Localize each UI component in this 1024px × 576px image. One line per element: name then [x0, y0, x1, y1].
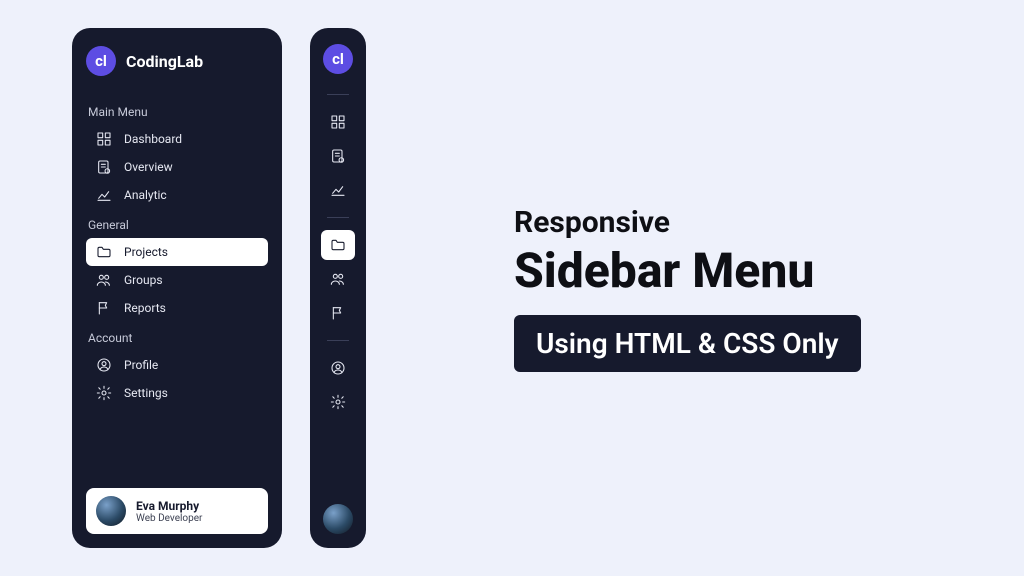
brand-name: CodingLab: [126, 52, 203, 71]
user-name: Eva Murphy: [136, 499, 202, 513]
sidebar-item-reports[interactable]: Reports: [86, 294, 268, 322]
sidebar-item-groups[interactable]: Groups: [86, 266, 268, 294]
sidebar-item-label: Analytic: [124, 189, 167, 201]
sidebar-item-settings[interactable]: Settings: [86, 379, 268, 407]
avatar[interactable]: [323, 504, 353, 534]
collapsed-item-settings[interactable]: [321, 387, 355, 417]
sidebar-item-dashboard[interactable]: Dashboard: [86, 125, 268, 153]
collapsed-item-projects[interactable]: [321, 230, 355, 260]
collapsed-item-overview[interactable]: [321, 141, 355, 171]
headline: Responsive Sidebar Menu Using HTML & CSS…: [514, 205, 861, 372]
collapsed-item-groups[interactable]: [321, 264, 355, 294]
collapsed-item-analytic[interactable]: [321, 175, 355, 205]
logo-icon: cl: [86, 46, 116, 76]
profile-icon: [96, 357, 112, 373]
user-card[interactable]: Eva Murphy Web Developer: [86, 488, 268, 534]
sidebar-item-projects[interactable]: Projects: [86, 238, 268, 266]
dashboard-icon: [96, 131, 112, 147]
settings-icon: [96, 385, 112, 401]
section-title-account: Account: [88, 331, 268, 345]
divider: [327, 94, 349, 95]
section-title-general: General: [88, 218, 268, 232]
folder-icon: [96, 244, 112, 260]
analytic-icon: [96, 187, 112, 203]
groups-icon: [96, 272, 112, 288]
sidebar-item-label: Groups: [124, 274, 163, 286]
user-role: Web Developer: [136, 513, 202, 524]
logo-icon[interactable]: cl: [323, 44, 353, 74]
sidebar-collapsed: cl: [310, 28, 366, 548]
collapsed-item-reports[interactable]: [321, 298, 355, 328]
headline-badge: Using HTML & CSS Only: [514, 315, 861, 372]
sidebar-item-label: Dashboard: [124, 133, 182, 145]
brand[interactable]: cl CodingLab: [86, 46, 268, 76]
collapsed-item-dashboard[interactable]: [321, 107, 355, 137]
section-title-main: Main Menu: [88, 105, 268, 119]
sidebar-expanded: cl CodingLab Main Menu Dashboard Overvie…: [72, 28, 282, 548]
overview-icon: [96, 159, 112, 175]
sidebar-item-label: Profile: [124, 359, 158, 371]
flag-icon: [96, 300, 112, 316]
collapsed-item-profile[interactable]: [321, 353, 355, 383]
sidebar-item-label: Reports: [124, 302, 166, 314]
sidebar-item-label: Projects: [124, 246, 168, 258]
sidebar-item-profile[interactable]: Profile: [86, 351, 268, 379]
headline-line2: Sidebar Menu: [514, 242, 861, 299]
divider: [327, 217, 349, 218]
sidebar-item-overview[interactable]: Overview: [86, 153, 268, 181]
sidebar-item-label: Overview: [124, 161, 173, 173]
headline-line1: Responsive: [514, 205, 861, 240]
avatar: [96, 496, 126, 526]
divider: [327, 340, 349, 341]
sidebar-item-analytic[interactable]: Analytic: [86, 181, 268, 209]
sidebar-item-label: Settings: [124, 387, 168, 399]
